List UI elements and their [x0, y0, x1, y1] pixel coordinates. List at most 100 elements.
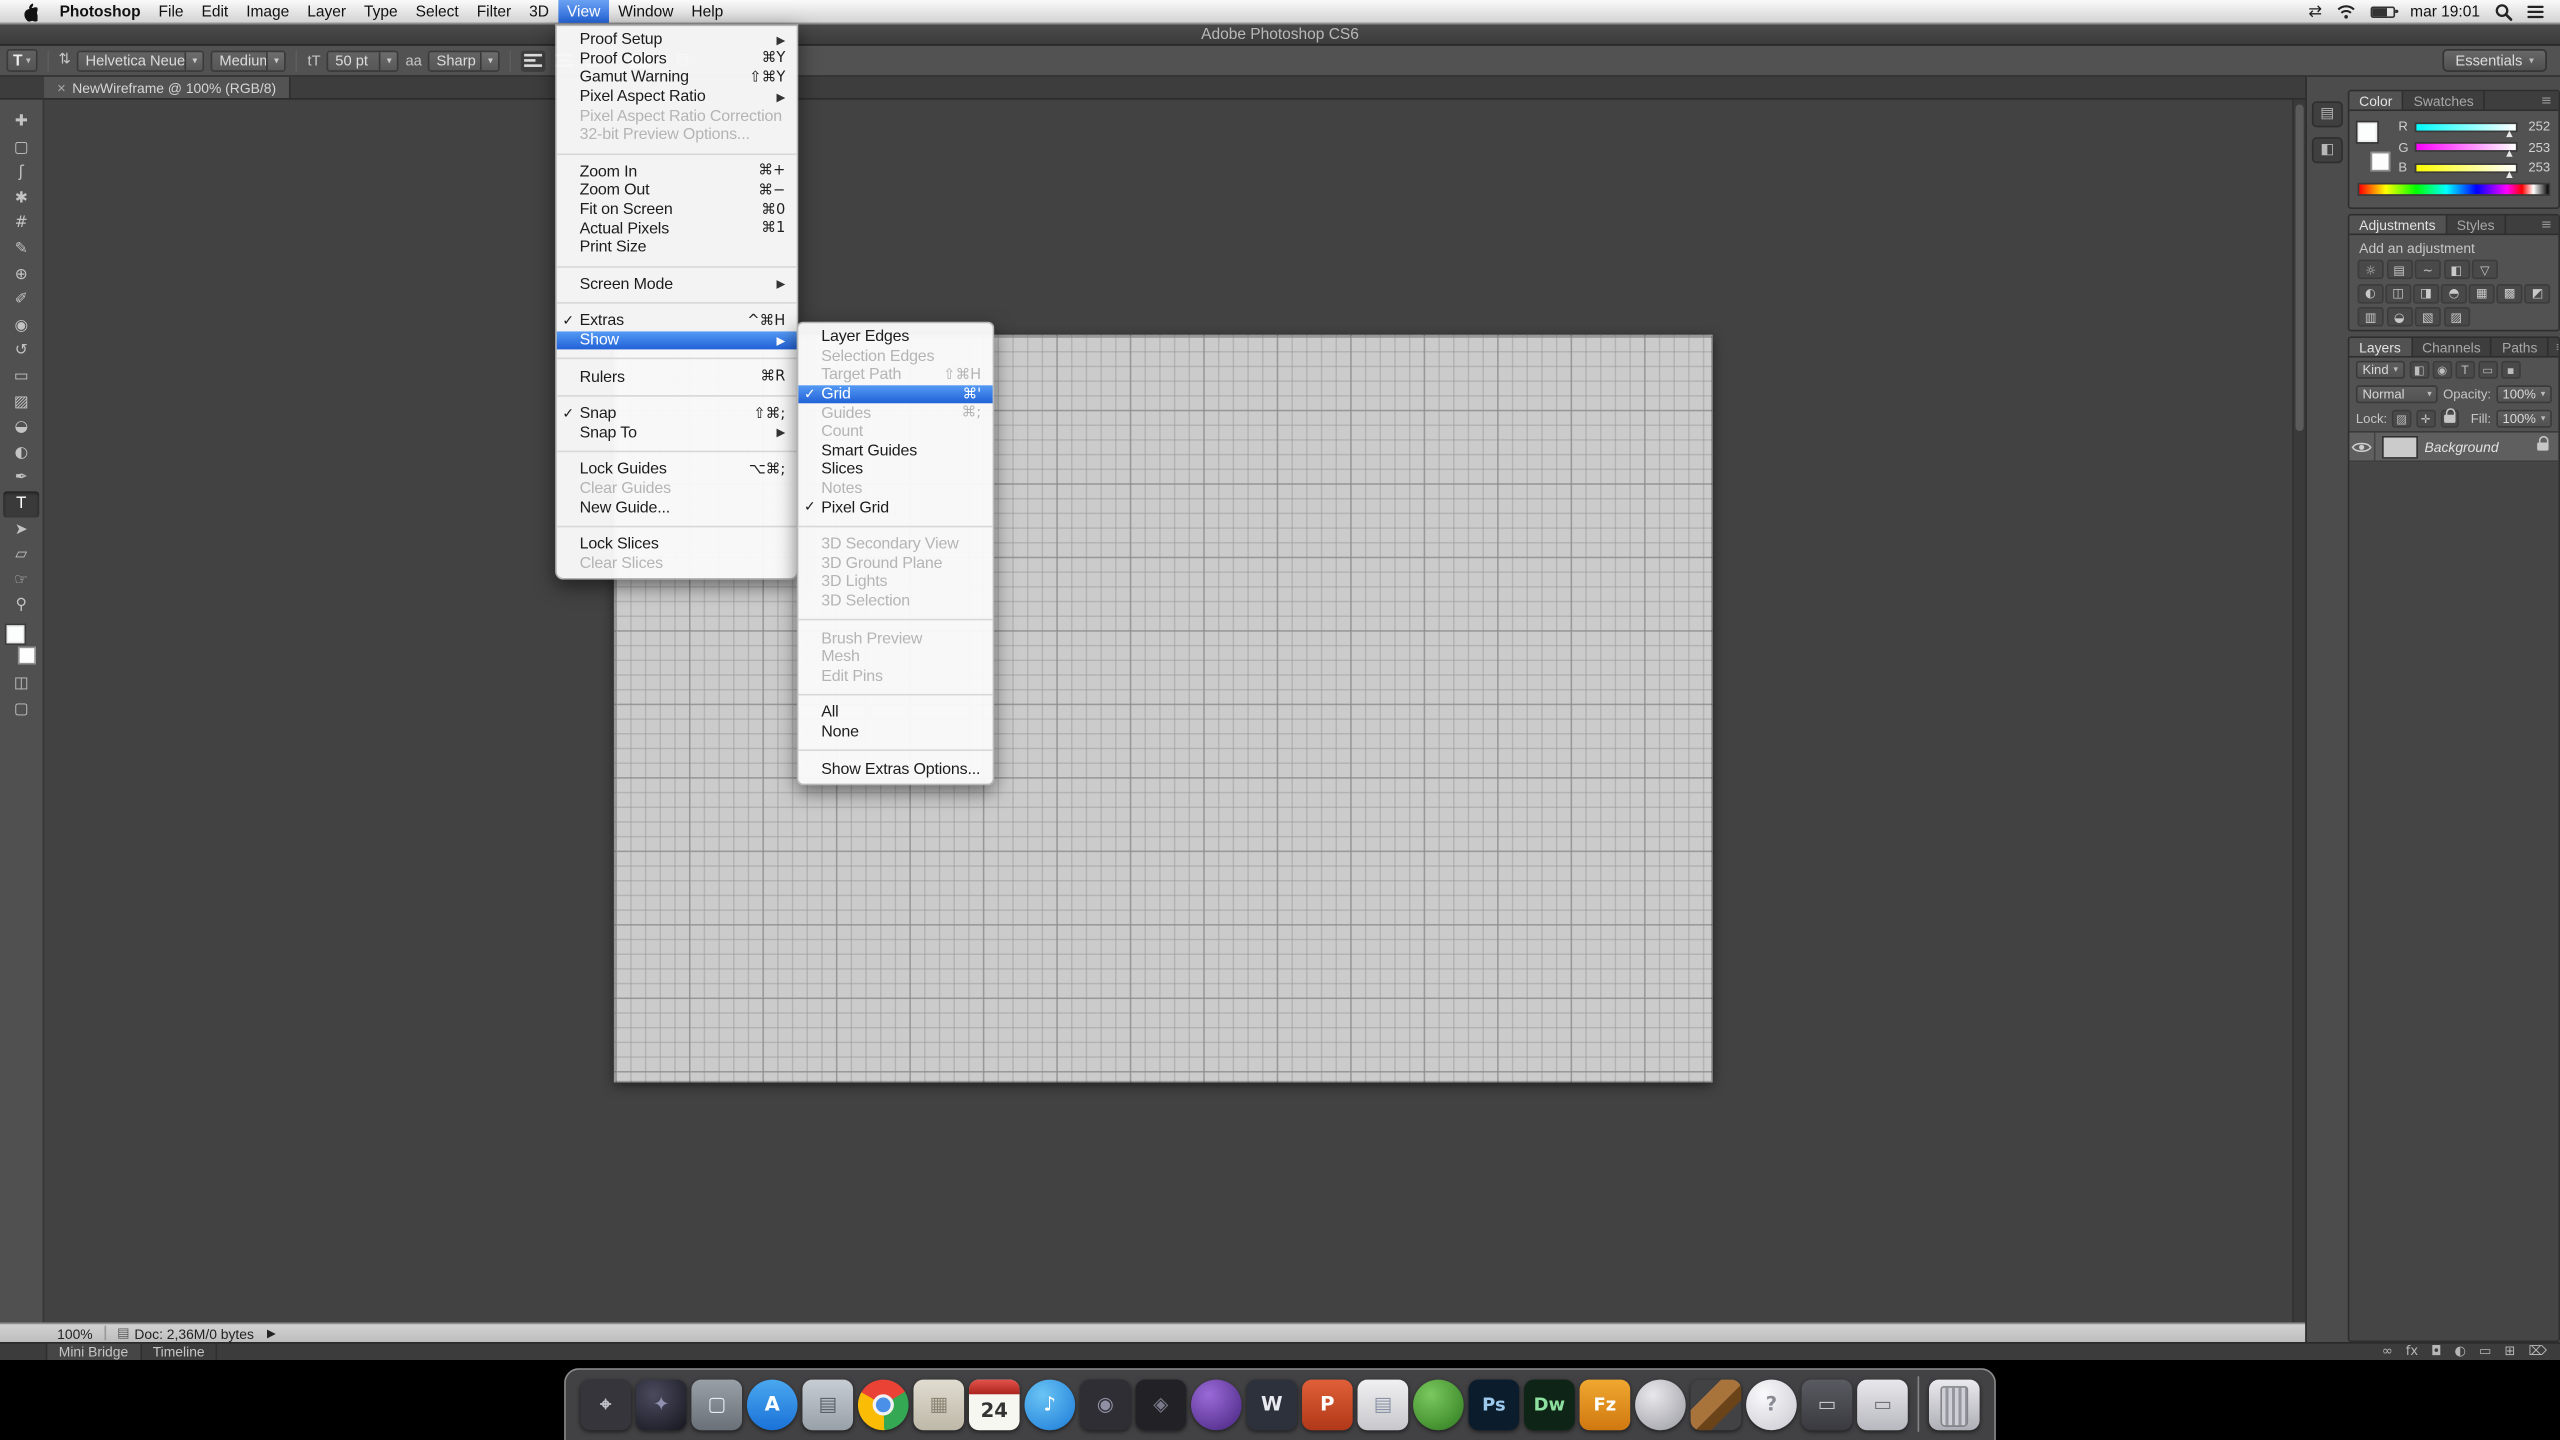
tab-adjustments[interactable]: Adjustments: [2349, 216, 2447, 234]
dock-photoshop[interactable]: Ps: [1469, 1379, 1520, 1430]
history-brush-tool[interactable]: ↺: [3, 339, 39, 364]
dock-fireworks[interactable]: Fz: [1580, 1379, 1631, 1430]
workspace-switcher[interactable]: Essentials ▾: [2442, 49, 2547, 72]
menu-item-layer-edges[interactable]: Layer Edges: [798, 328, 992, 347]
text-orientation-icon[interactable]: ⇅: [58, 52, 70, 68]
layer-filter-select[interactable]: Kind ▾: [2356, 361, 2405, 379]
menu-item-print-size[interactable]: Print Size: [557, 238, 797, 257]
battery-icon[interactable]: [2371, 6, 2395, 17]
layer-thumbnail[interactable]: [2382, 435, 2418, 458]
foreground-color-swatch[interactable]: [2358, 122, 2378, 142]
dock-purple-sphere-app[interactable]: [1191, 1379, 1242, 1430]
close-icon[interactable]: ×: [57, 79, 66, 95]
zoom-level[interactable]: 100%: [57, 1325, 93, 1341]
dock-dreamweaver[interactable]: Dw: [1524, 1379, 1575, 1430]
font-size-select[interactable]: 50 pt ▾: [327, 50, 399, 71]
foreground-background-swatches[interactable]: [2358, 119, 2391, 171]
gradient-tool[interactable]: ▨: [3, 389, 39, 414]
dock-app-store[interactable]: A: [747, 1379, 798, 1430]
menubar-help[interactable]: Help: [682, 0, 732, 23]
menubar-image[interactable]: Image: [237, 0, 298, 23]
tab-timeline[interactable]: Timeline: [141, 1344, 217, 1360]
menu-item-new-guide[interactable]: New Guide...: [557, 498, 797, 517]
font-style-select[interactable]: Medium ▾: [211, 50, 286, 71]
menubar-layer[interactable]: Layer: [298, 0, 355, 23]
menu-item-grid[interactable]: ✓Grid⌘': [798, 385, 992, 404]
dock-lamp-app[interactable]: ⌖: [580, 1379, 631, 1430]
document-tab[interactable]: × NewWireframe @ 100% (RGB/8): [44, 77, 291, 98]
quick-mask-tool[interactable]: ◫: [3, 671, 39, 696]
invert-icon[interactable]: ◩: [2525, 283, 2550, 303]
eraser-tool[interactable]: ▭: [3, 364, 39, 389]
blue-slider[interactable]: [2415, 162, 2518, 172]
menu-item-zoom-out[interactable]: Zoom Out⌘−: [557, 181, 797, 200]
menu-item-lock-slices[interactable]: Lock Slices: [557, 535, 797, 554]
gradient-map-icon[interactable]: ▨: [2443, 307, 2469, 327]
menu-item-screen-mode[interactable]: Screen Mode▶: [557, 275, 797, 294]
black-white-icon[interactable]: ◨: [2413, 283, 2438, 303]
collapsed-properties-panel-button[interactable]: ◧: [2312, 137, 2343, 163]
fill-select[interactable]: 100% ▾: [2496, 410, 2552, 428]
status-menu-arrow-icon[interactable]: ▶: [267, 1327, 276, 1340]
chevron-down-icon[interactable]: ▾: [481, 51, 499, 69]
marquee-tool[interactable]: ▢: [3, 135, 39, 160]
add-layer-mask-icon[interactable]: ◘: [2431, 1345, 2441, 1358]
menu-item-smart-guides[interactable]: Smart Guides: [798, 442, 992, 461]
menu-item-proof-setup[interactable]: Proof Setup▶: [557, 31, 797, 50]
slider-thumb[interactable]: [2506, 150, 2513, 157]
type-tool[interactable]: T: [3, 491, 39, 516]
dock-text-document-app[interactable]: ▤: [1358, 1379, 1409, 1430]
background-color-swatch[interactable]: [2371, 152, 2391, 172]
brightness-contrast-icon[interactable]: ☼: [2358, 260, 2384, 280]
background-color-swatch[interactable]: [18, 646, 36, 664]
red-slider[interactable]: [2415, 122, 2518, 132]
notification-center-icon[interactable]: [2527, 4, 2545, 19]
clone-stamp-tool[interactable]: ◉: [3, 313, 39, 338]
path-selection-tool[interactable]: ➤: [3, 517, 39, 542]
brush-tool[interactable]: ✐: [3, 288, 39, 313]
menu-item-gamut-warning[interactable]: Gamut Warning⇧⌘Y: [557, 69, 797, 88]
tab-channels[interactable]: Channels: [2412, 338, 2492, 356]
dock-trash[interactable]: [1929, 1379, 1980, 1430]
levels-icon[interactable]: ▤: [2386, 260, 2412, 280]
new-layer-icon[interactable]: ⊞: [2504, 1345, 2515, 1358]
green-slider[interactable]: [2415, 142, 2518, 152]
panel-menu-icon[interactable]: ≡: [2534, 216, 2558, 234]
filter-smart-objects-icon[interactable]: ▪: [2501, 361, 2521, 379]
shape-tool[interactable]: ▱: [3, 542, 39, 567]
panel-menu-icon[interactable]: ≡: [2534, 91, 2558, 109]
menu-item-show[interactable]: Show▶: [557, 331, 797, 350]
menu-item-show-extras-options[interactable]: Show Extras Options...: [798, 760, 992, 779]
posterize-icon[interactable]: ▥: [2358, 307, 2384, 327]
dock-camera-app[interactable]: ◉: [1080, 1379, 1131, 1430]
chevron-down-icon[interactable]: ▾: [379, 51, 397, 69]
align-left-button[interactable]: [521, 50, 545, 71]
hand-tool[interactable]: ☞: [3, 568, 39, 593]
menubar-file[interactable]: File: [150, 0, 193, 23]
threshold-icon[interactable]: ◒: [2386, 307, 2412, 327]
menu-item-actual-pixels[interactable]: Actual Pixels⌘1: [557, 219, 797, 238]
foreground-color-swatch[interactable]: [7, 625, 25, 643]
lock-transparency-icon[interactable]: ▨: [2392, 410, 2411, 428]
spotlight-icon[interactable]: [2495, 2, 2513, 20]
dock-powerpoint-app[interactable]: P: [1302, 1379, 1353, 1430]
color-balance-icon[interactable]: ◫: [2385, 283, 2410, 303]
menu-item-extras[interactable]: ✓Extras^⌘H: [557, 312, 797, 331]
dodge-tool[interactable]: ◐: [3, 440, 39, 465]
menu-item-snap-to[interactable]: Snap To▶: [557, 424, 797, 443]
exposure-icon[interactable]: ◧: [2443, 260, 2469, 280]
new-group-icon[interactable]: ▭: [2479, 1345, 2491, 1358]
menubar-view[interactable]: View: [558, 0, 609, 23]
dock-stickies-app[interactable]: ▦: [913, 1379, 964, 1430]
menu-item-fit-on-screen[interactable]: Fit on Screen⌘0: [557, 200, 797, 219]
dock-sphere-app[interactable]: [1635, 1379, 1686, 1430]
filter-pixel-layers-icon[interactable]: ◧: [2409, 361, 2429, 379]
menubar-filter[interactable]: Filter: [468, 0, 520, 23]
menu-item-snap[interactable]: ✓Snap⇧⌘;: [557, 405, 797, 424]
sync-icon[interactable]: ⇄: [2308, 2, 2322, 20]
hue-saturation-icon[interactable]: ◐: [2358, 283, 2383, 303]
tab-paths[interactable]: Paths: [2492, 338, 2549, 356]
canvas-area[interactable]: [44, 100, 2305, 1323]
dock-word-app[interactable]: W: [1247, 1379, 1298, 1430]
dock-calendar[interactable]: 24: [969, 1379, 1020, 1430]
